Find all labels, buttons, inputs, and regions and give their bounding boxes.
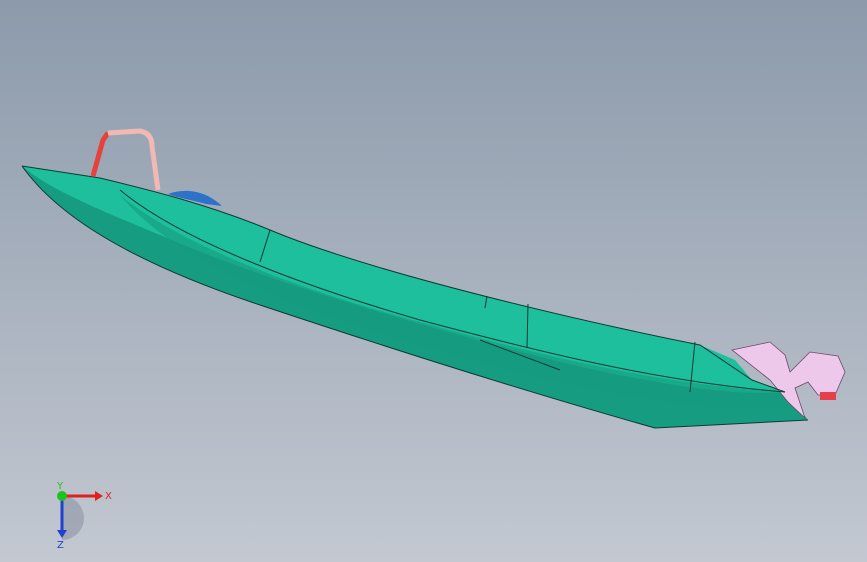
y-axis-dot [57, 491, 67, 501]
roll-bar-left [90, 131, 111, 177]
coordinate-triad: X Y Z [40, 480, 120, 551]
3d-viewport[interactable]: X Y Z [0, 0, 867, 562]
z-axis-label: Z [57, 540, 64, 550]
y-axis-label: Y [56, 481, 64, 492]
x-axis-label: X [105, 491, 112, 502]
x-axis-arrow [95, 491, 103, 501]
triad-graphic: X Y Z [56, 481, 112, 551]
motor-skeg [820, 392, 836, 400]
triad-shadow [62, 496, 84, 540]
roll-bar-top [107, 128, 161, 191]
hull-deck [22, 166, 785, 393]
boat-model[interactable] [0, 0, 867, 562]
